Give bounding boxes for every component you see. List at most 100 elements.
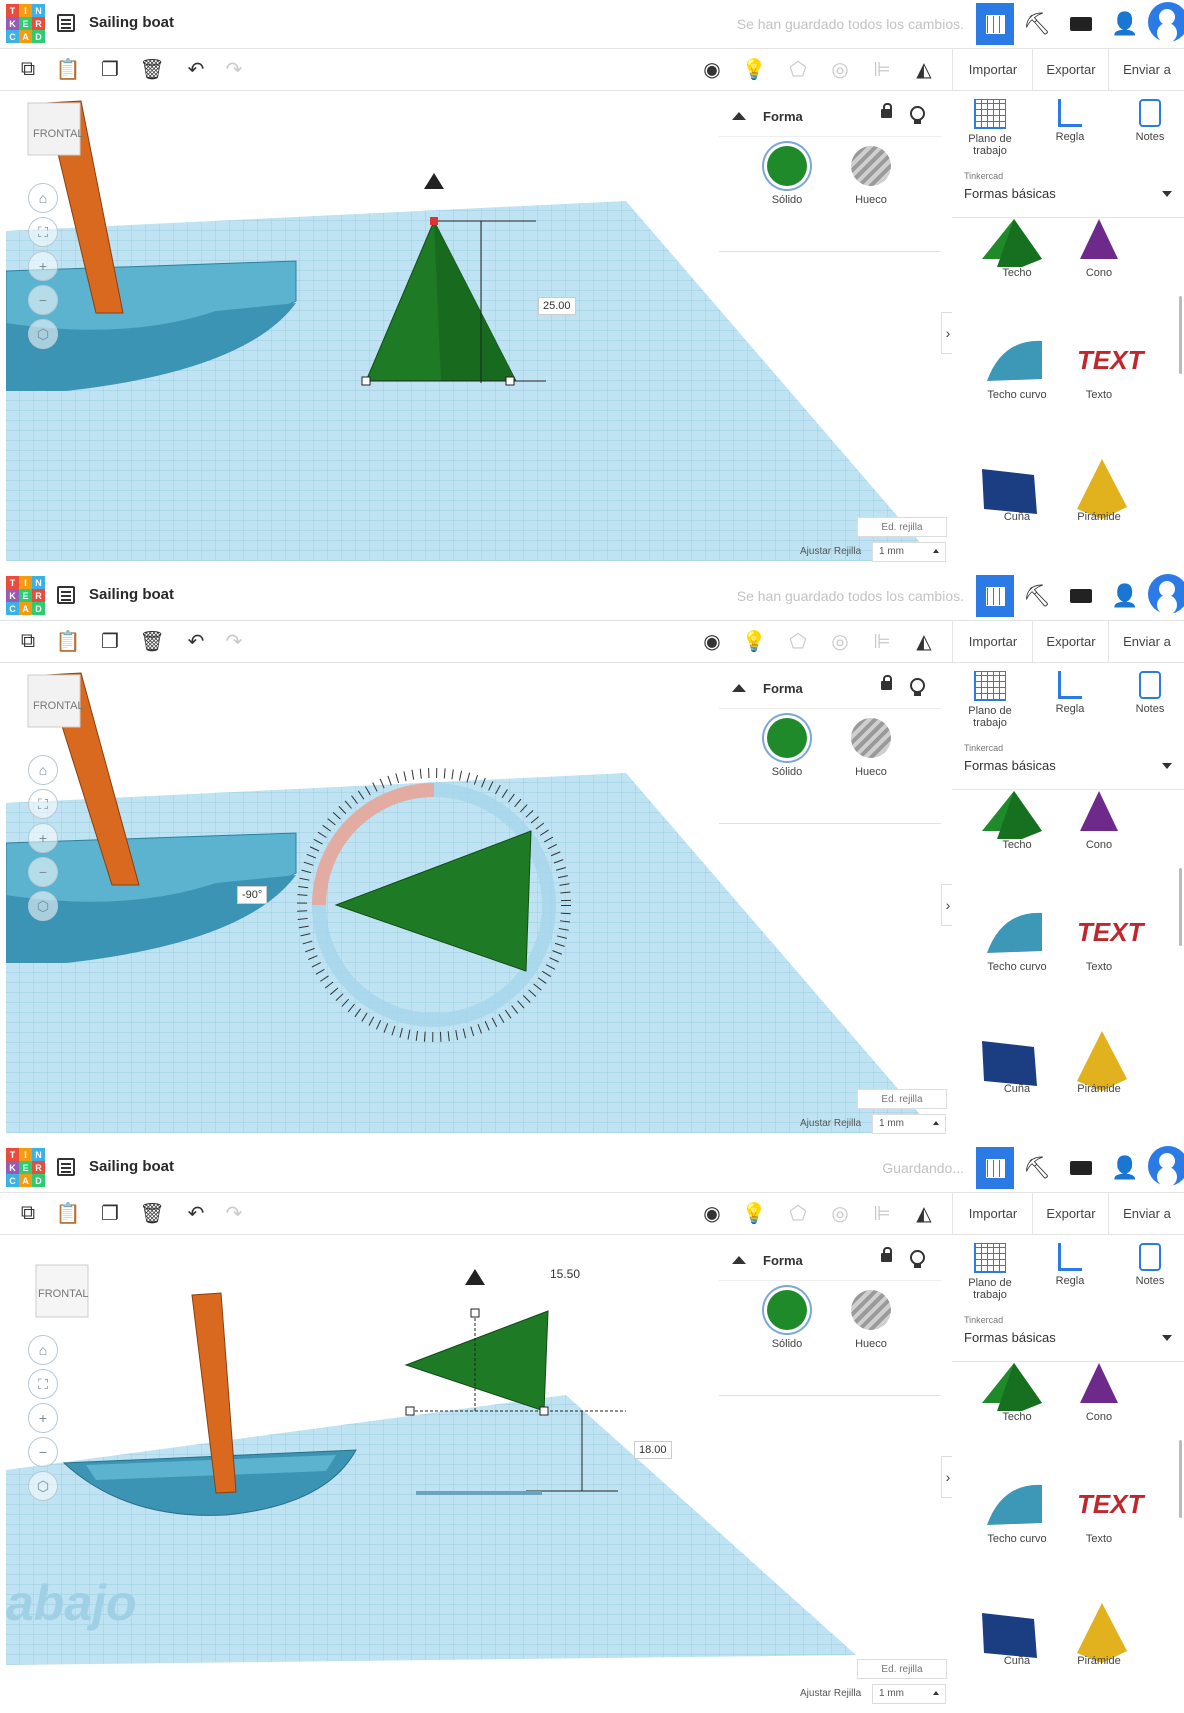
library-select[interactable]: Formas básicas: [964, 758, 1056, 773]
visibility-bulb-icon[interactable]: [910, 106, 925, 124]
group-icon[interactable]: ⬠: [786, 629, 810, 653]
hole-swatch[interactable]: [851, 1290, 891, 1330]
curved-roof-thumb[interactable]: [987, 340, 1042, 381]
export-button[interactable]: Exportar: [1032, 1193, 1109, 1234]
cone-shape-thumb[interactable]: [1080, 219, 1118, 259]
send-to-button[interactable]: Enviar a: [1108, 1193, 1184, 1234]
sidebar-scrollbar[interactable]: [1179, 1440, 1182, 1518]
corner-handle-left[interactable]: [361, 376, 371, 386]
mirror-icon[interactable]: ◭: [912, 57, 936, 81]
copy-icon[interactable]: ⧉: [16, 1201, 40, 1225]
briefcase-button[interactable]: [1062, 3, 1100, 45]
group-icon[interactable]: ⬠: [786, 57, 810, 81]
sidebar-scrollbar[interactable]: [1179, 296, 1182, 374]
import-button[interactable]: Importar: [952, 1193, 1033, 1234]
move-up-cone[interactable]: [465, 1269, 485, 1285]
camera-view-icon[interactable]: ◉: [700, 629, 724, 653]
home-view-button[interactable]: ⌂: [28, 183, 58, 213]
add-user-button[interactable]: 👤: [1106, 3, 1144, 45]
corner-handle-right[interactable]: [539, 1406, 549, 1416]
bulb-icon[interactable]: 💡: [742, 57, 767, 81]
avatar[interactable]: [1148, 574, 1184, 614]
mirror-icon[interactable]: ◭: [912, 1201, 936, 1225]
snap-grid-select[interactable]: 1 mm: [872, 542, 946, 562]
snap-grid-select[interactable]: 1 mm: [872, 1684, 946, 1704]
pyramid-shape-thumb[interactable]: [1077, 1603, 1127, 1663]
dropdown-caret-icon[interactable]: [1162, 1335, 1172, 1341]
text-shape-thumb[interactable]: TEXT: [1077, 917, 1146, 947]
cone-shape-thumb[interactable]: [1080, 1363, 1118, 1403]
pyramid-shape-thumb[interactable]: [1077, 1031, 1127, 1091]
avatar[interactable]: [1148, 2, 1184, 42]
grid-view-button[interactable]: [976, 575, 1014, 617]
edit-grid-button[interactable]: Ed. rejilla: [857, 1659, 947, 1679]
curved-roof-thumb[interactable]: [987, 1484, 1042, 1525]
paste-icon[interactable]: 📋: [56, 57, 81, 81]
briefcase-button[interactable]: [1062, 575, 1100, 617]
camera-view-icon[interactable]: ◉: [700, 1201, 724, 1225]
redo-icon[interactable]: ↷: [222, 1201, 246, 1225]
move-up-cone[interactable]: [424, 173, 444, 189]
rotation-angle-label[interactable]: -90°: [237, 886, 268, 904]
dropdown-caret-icon[interactable]: [1162, 191, 1172, 197]
ruler-tool[interactable]: Regla: [1035, 671, 1105, 715]
trash-icon[interactable]: 🗑: [139, 629, 164, 653]
add-user-button[interactable]: 👤: [1106, 575, 1144, 617]
ungroup-icon[interactable]: ◎: [828, 1201, 852, 1225]
duplicate-icon[interactable]: ❐: [98, 57, 122, 81]
send-to-button[interactable]: Enviar a: [1108, 621, 1184, 662]
group-icon[interactable]: ⬠: [786, 1201, 810, 1225]
collapse-caret-icon[interactable]: [732, 1256, 746, 1264]
align-icon[interactable]: ⊫: [870, 1201, 894, 1225]
library-select[interactable]: Formas básicas: [964, 186, 1056, 201]
redo-icon[interactable]: ↷: [222, 57, 246, 81]
design-title[interactable]: Sailing boat: [89, 14, 174, 31]
ruler-tool[interactable]: Regla: [1035, 99, 1105, 143]
solid-swatch[interactable]: [767, 1290, 807, 1330]
cone-shape-thumb[interactable]: [1080, 791, 1118, 831]
grid-view-button[interactable]: [976, 1147, 1014, 1189]
edit-grid-button[interactable]: Ed. rejilla: [857, 517, 947, 537]
export-button[interactable]: Exportar: [1032, 49, 1109, 90]
undo-icon[interactable]: ↶: [184, 1201, 208, 1225]
paste-icon[interactable]: 📋: [56, 1201, 81, 1225]
wedge-shape-thumb[interactable]: [982, 1613, 1037, 1658]
top-value-label[interactable]: 15.50: [550, 1267, 580, 1281]
tinkercad-logo[interactable]: TIN KER CAD: [6, 576, 45, 615]
zoom-in-button[interactable]: +: [28, 823, 58, 853]
design-title[interactable]: Sailing boat: [89, 1158, 174, 1175]
wedge-shape-thumb[interactable]: [982, 1041, 1037, 1086]
edit-grid-button[interactable]: Ed. rejilla: [857, 1089, 947, 1109]
align-icon[interactable]: ⊫: [870, 629, 894, 653]
duplicate-icon[interactable]: ❐: [98, 629, 122, 653]
import-button[interactable]: Importar: [952, 49, 1033, 90]
corner-handle-left[interactable]: [405, 1406, 415, 1416]
design-title[interactable]: Sailing boat: [89, 586, 174, 603]
hole-swatch[interactable]: [851, 146, 891, 186]
camera-view-icon[interactable]: ◉: [700, 57, 724, 81]
library-select[interactable]: Formas básicas: [964, 1330, 1056, 1345]
zoom-out-button[interactable]: −: [28, 285, 58, 315]
notes-tool[interactable]: Notes: [1115, 671, 1184, 715]
fit-view-button[interactable]: ⛶: [28, 1369, 58, 1399]
wedge-shape-thumb[interactable]: [982, 469, 1037, 514]
height-handle[interactable]: [430, 217, 438, 225]
bulb-icon[interactable]: 💡: [742, 629, 767, 653]
grid-view-button[interactable]: [976, 3, 1014, 45]
redo-icon[interactable]: ↷: [222, 629, 246, 653]
lock-icon[interactable]: [881, 675, 892, 690]
visibility-bulb-icon[interactable]: [910, 678, 925, 696]
workplane-tool[interactable]: Plano de trabajo: [955, 99, 1025, 157]
dropdown-caret-icon[interactable]: [1162, 763, 1172, 769]
design-list-icon[interactable]: [57, 586, 75, 604]
trash-icon[interactable]: 🗑: [139, 1201, 164, 1225]
pickaxe-button[interactable]: ⛏: [1018, 3, 1056, 45]
corner-handle-right[interactable]: [505, 376, 515, 386]
send-to-button[interactable]: Enviar a: [1108, 49, 1184, 90]
bulb-icon[interactable]: 💡: [742, 1201, 767, 1225]
collapse-caret-icon[interactable]: [732, 112, 746, 120]
pickaxe-button[interactable]: ⛏: [1018, 575, 1056, 617]
undo-icon[interactable]: ↶: [184, 57, 208, 81]
add-user-button[interactable]: 👤: [1106, 1147, 1144, 1189]
zoom-in-button[interactable]: +: [28, 1403, 58, 1433]
